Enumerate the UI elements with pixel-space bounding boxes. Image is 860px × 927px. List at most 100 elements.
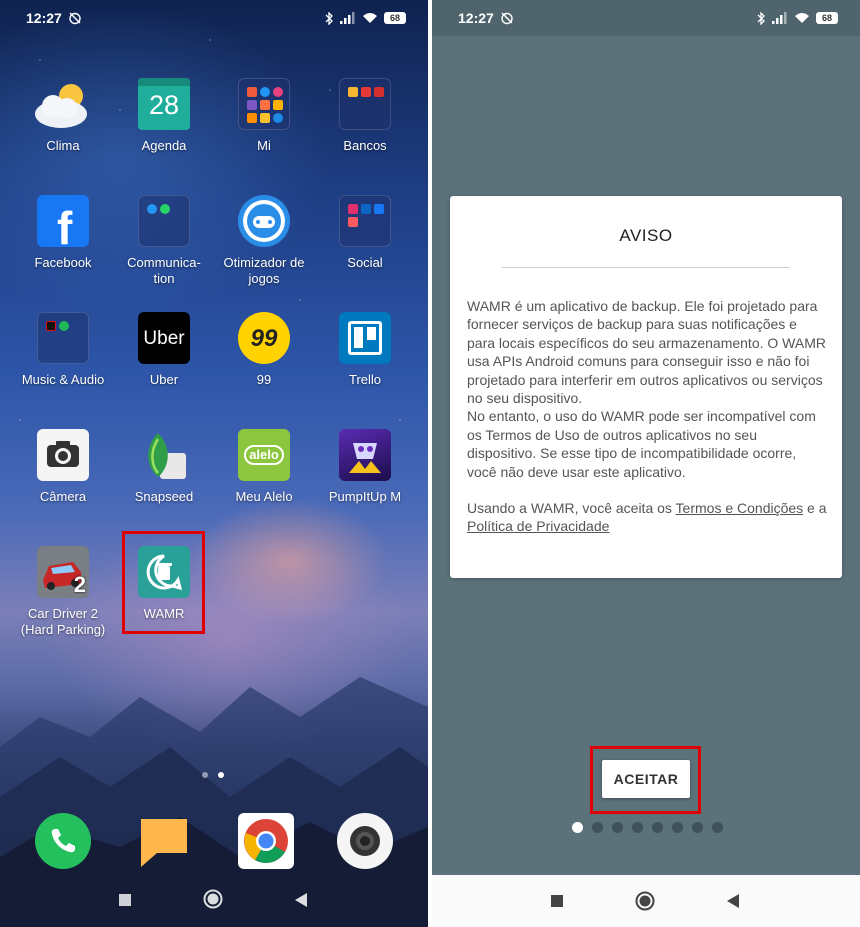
banks-folder-icon (339, 78, 391, 130)
uber-icon: Uber (138, 312, 190, 364)
app-snapseed[interactable]: Snapseed (112, 429, 216, 505)
app-label: Agenda (141, 138, 187, 153)
folder-communication[interactable]: Communica- tion (112, 195, 216, 287)
app-pumpitup[interactable]: PumpItUp M (313, 429, 417, 505)
page-dot-active (218, 772, 224, 778)
terms-link[interactable]: Termos e Condições (676, 500, 804, 516)
app-label: Mi (257, 138, 271, 153)
99-icon: 99 (238, 312, 290, 364)
chrome-icon[interactable] (238, 813, 294, 869)
folder-bancos[interactable]: Bancos (313, 78, 417, 154)
dialog-paragraph-1: WAMR é um aplicativo de backup. Ele foi … (467, 298, 826, 407)
social-folder-icon (339, 195, 391, 247)
page-dot (202, 772, 208, 778)
mi-folder-icon (238, 78, 290, 130)
app-99[interactable]: 99 99 (212, 312, 316, 388)
camera-icon (37, 429, 89, 481)
app-facebook[interactable]: f Facebook (11, 195, 115, 271)
status-time: 12:27 (26, 10, 62, 26)
calendar-day: 28 (148, 90, 180, 120)
dialog-title: AVISO (619, 226, 673, 245)
app-label: Bancos (343, 138, 387, 153)
weather-icon (35, 78, 89, 130)
terms-prefix: Usando a WAMR, você aceita os (467, 500, 676, 517)
facebook-icon: f (37, 195, 89, 247)
status-bar: 12:27 68 (432, 0, 860, 36)
app-label: Facebook (34, 255, 92, 270)
dialog-divider (502, 267, 790, 268)
page-dot (592, 822, 603, 833)
messages-icon[interactable] (137, 813, 193, 869)
pumpitup-icon (339, 429, 391, 481)
bluetooth-icon (325, 11, 333, 25)
folder-music-audio[interactable]: Music & Audio (11, 312, 115, 388)
signal-icon (772, 12, 787, 24)
phone-icon[interactable] (35, 813, 91, 869)
wamr-warning-screen: 12:27 68 AVISO WAMR é um aplicativo de b… (432, 0, 860, 927)
page-dot (712, 822, 723, 833)
app-label: Snapseed (134, 489, 194, 504)
app-label: 99 (256, 372, 272, 387)
snapseed-icon (138, 429, 190, 481)
99-logo-text: 99 (250, 325, 278, 352)
page-dot (612, 822, 623, 833)
home-screen: 12:27 68 Clima 28 Agenda Mi Bancos f Fac… (0, 0, 428, 927)
page-dot (632, 822, 643, 833)
app-label: Uber (149, 372, 179, 387)
trello-icon (339, 312, 391, 364)
app-label: Car Driver 2 (Hard Parking) (20, 606, 106, 637)
wallpaper-mountains (0, 677, 428, 927)
calendar-icon: 28 (138, 78, 190, 130)
privacy-link[interactable]: Política de Privacidade (467, 518, 609, 534)
page-dot (692, 822, 703, 833)
app-car-driver-2[interactable]: 2 Car Driver 2 (Hard Parking) (11, 546, 115, 638)
accept-highlight (590, 746, 701, 814)
recents-icon[interactable] (118, 893, 132, 907)
page-dot (652, 822, 663, 833)
app-label: Social (347, 255, 383, 270)
car-driver-icon: 2 (37, 546, 89, 598)
alelo-icon: alelo (238, 429, 290, 481)
app-label: Câmera (39, 489, 87, 504)
folder-social[interactable]: Social (313, 195, 417, 271)
app-label: Music & Audio (21, 372, 105, 387)
game-optimizer-icon (238, 195, 290, 247)
dialog-terms-line: Usando a WAMR, você aceita os Termos e C… (467, 499, 827, 536)
car-driver-number: 2 (73, 572, 86, 597)
app-label: PumpItUp M (328, 489, 402, 504)
camera-app-icon[interactable] (337, 813, 393, 869)
app-agenda[interactable]: 28 Agenda (112, 78, 216, 154)
terms-middle: e a (803, 500, 827, 517)
dialog-body: WAMR é um aplicativo de backup. Ele foi … (467, 297, 827, 536)
app-uber[interactable]: Uber Uber (112, 312, 216, 388)
app-clima[interactable]: Clima (11, 78, 115, 154)
app-meu-alelo[interactable]: alelo Meu Alelo (212, 429, 316, 505)
app-label: Clima (46, 138, 80, 153)
alelo-wordmark: alelo (249, 447, 279, 462)
app-label: Meu Alelo (235, 489, 293, 504)
wamr-highlight (122, 531, 205, 634)
alarm-off-icon (501, 12, 513, 25)
page-dot (672, 822, 683, 833)
wifi-icon (363, 13, 377, 23)
bluetooth-icon (757, 11, 765, 25)
battery-icon: 68 (816, 12, 838, 24)
navigation-bar (0, 885, 428, 913)
battery-icon: 68 (384, 12, 406, 24)
app-label: Otimizador de jogos (223, 255, 305, 286)
page-indicator (202, 772, 224, 778)
folder-mi[interactable]: Mi (212, 78, 316, 154)
app-trello[interactable]: Trello (313, 312, 417, 388)
back-icon[interactable] (726, 893, 740, 909)
app-game-optimizer[interactable]: Otimizador de jogos (212, 195, 316, 287)
back-icon[interactable] (294, 892, 308, 908)
page-dot-active (572, 822, 583, 833)
navigation-bar (432, 875, 860, 927)
home-icon[interactable] (203, 889, 223, 909)
recents-icon[interactable] (550, 894, 564, 908)
app-camera[interactable]: Câmera (11, 429, 115, 505)
uber-wordmark: Uber (143, 328, 185, 349)
home-icon[interactable] (635, 891, 655, 911)
wifi-icon (795, 13, 809, 23)
